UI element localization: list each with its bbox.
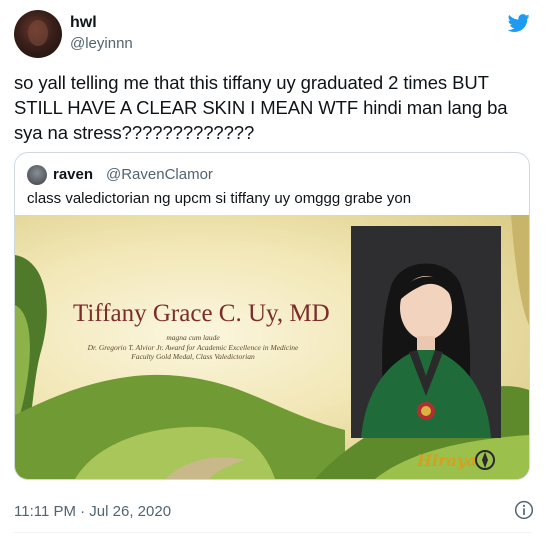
quoted-author-handle: @RavenClamor	[106, 166, 213, 183]
award-text: magna cum laude Dr. Gregorio T. Alvior J…	[73, 333, 313, 362]
info-icon[interactable]	[514, 500, 534, 520]
graduate-portrait	[351, 226, 501, 438]
quoted-author-avatar	[27, 165, 47, 185]
award-line: magna cum laude	[166, 333, 220, 342]
award-line: Faculty Gold Medal, Class Valedictorian	[131, 352, 255, 361]
author-avatar[interactable]	[14, 10, 62, 58]
twitter-bird-icon[interactable]	[506, 12, 532, 34]
quoted-tweet-image[interactable]: Tiffany Grace C. Uy, MD magna cum laude …	[15, 215, 529, 479]
graduate-name: Tiffany Grace C. Uy, MD	[73, 300, 330, 327]
author-display-name[interactable]: hwl	[70, 14, 97, 32]
quoted-tweet-text: class valedictorian ng upcm si tiffany u…	[27, 190, 412, 207]
quoted-tweet[interactable]: raven @RavenClamor class valedictorian n…	[14, 152, 530, 480]
hiraya-logo: Hiraya	[416, 450, 495, 470]
award-line: Dr. Gregorio T. Alvior Jr. Award for Aca…	[87, 342, 299, 352]
tweet-text: so yall telling me that this tiffany uy …	[14, 72, 508, 143]
hiraya-logo-text: Hiraya	[416, 451, 477, 470]
bottom-divider	[14, 532, 532, 533]
quoted-author-display-name: raven	[53, 166, 94, 183]
tweet-timestamp[interactable]: 11:11 PM · Jul 26, 2020	[14, 503, 171, 520]
author-handle[interactable]: @leyinnn	[70, 35, 133, 52]
